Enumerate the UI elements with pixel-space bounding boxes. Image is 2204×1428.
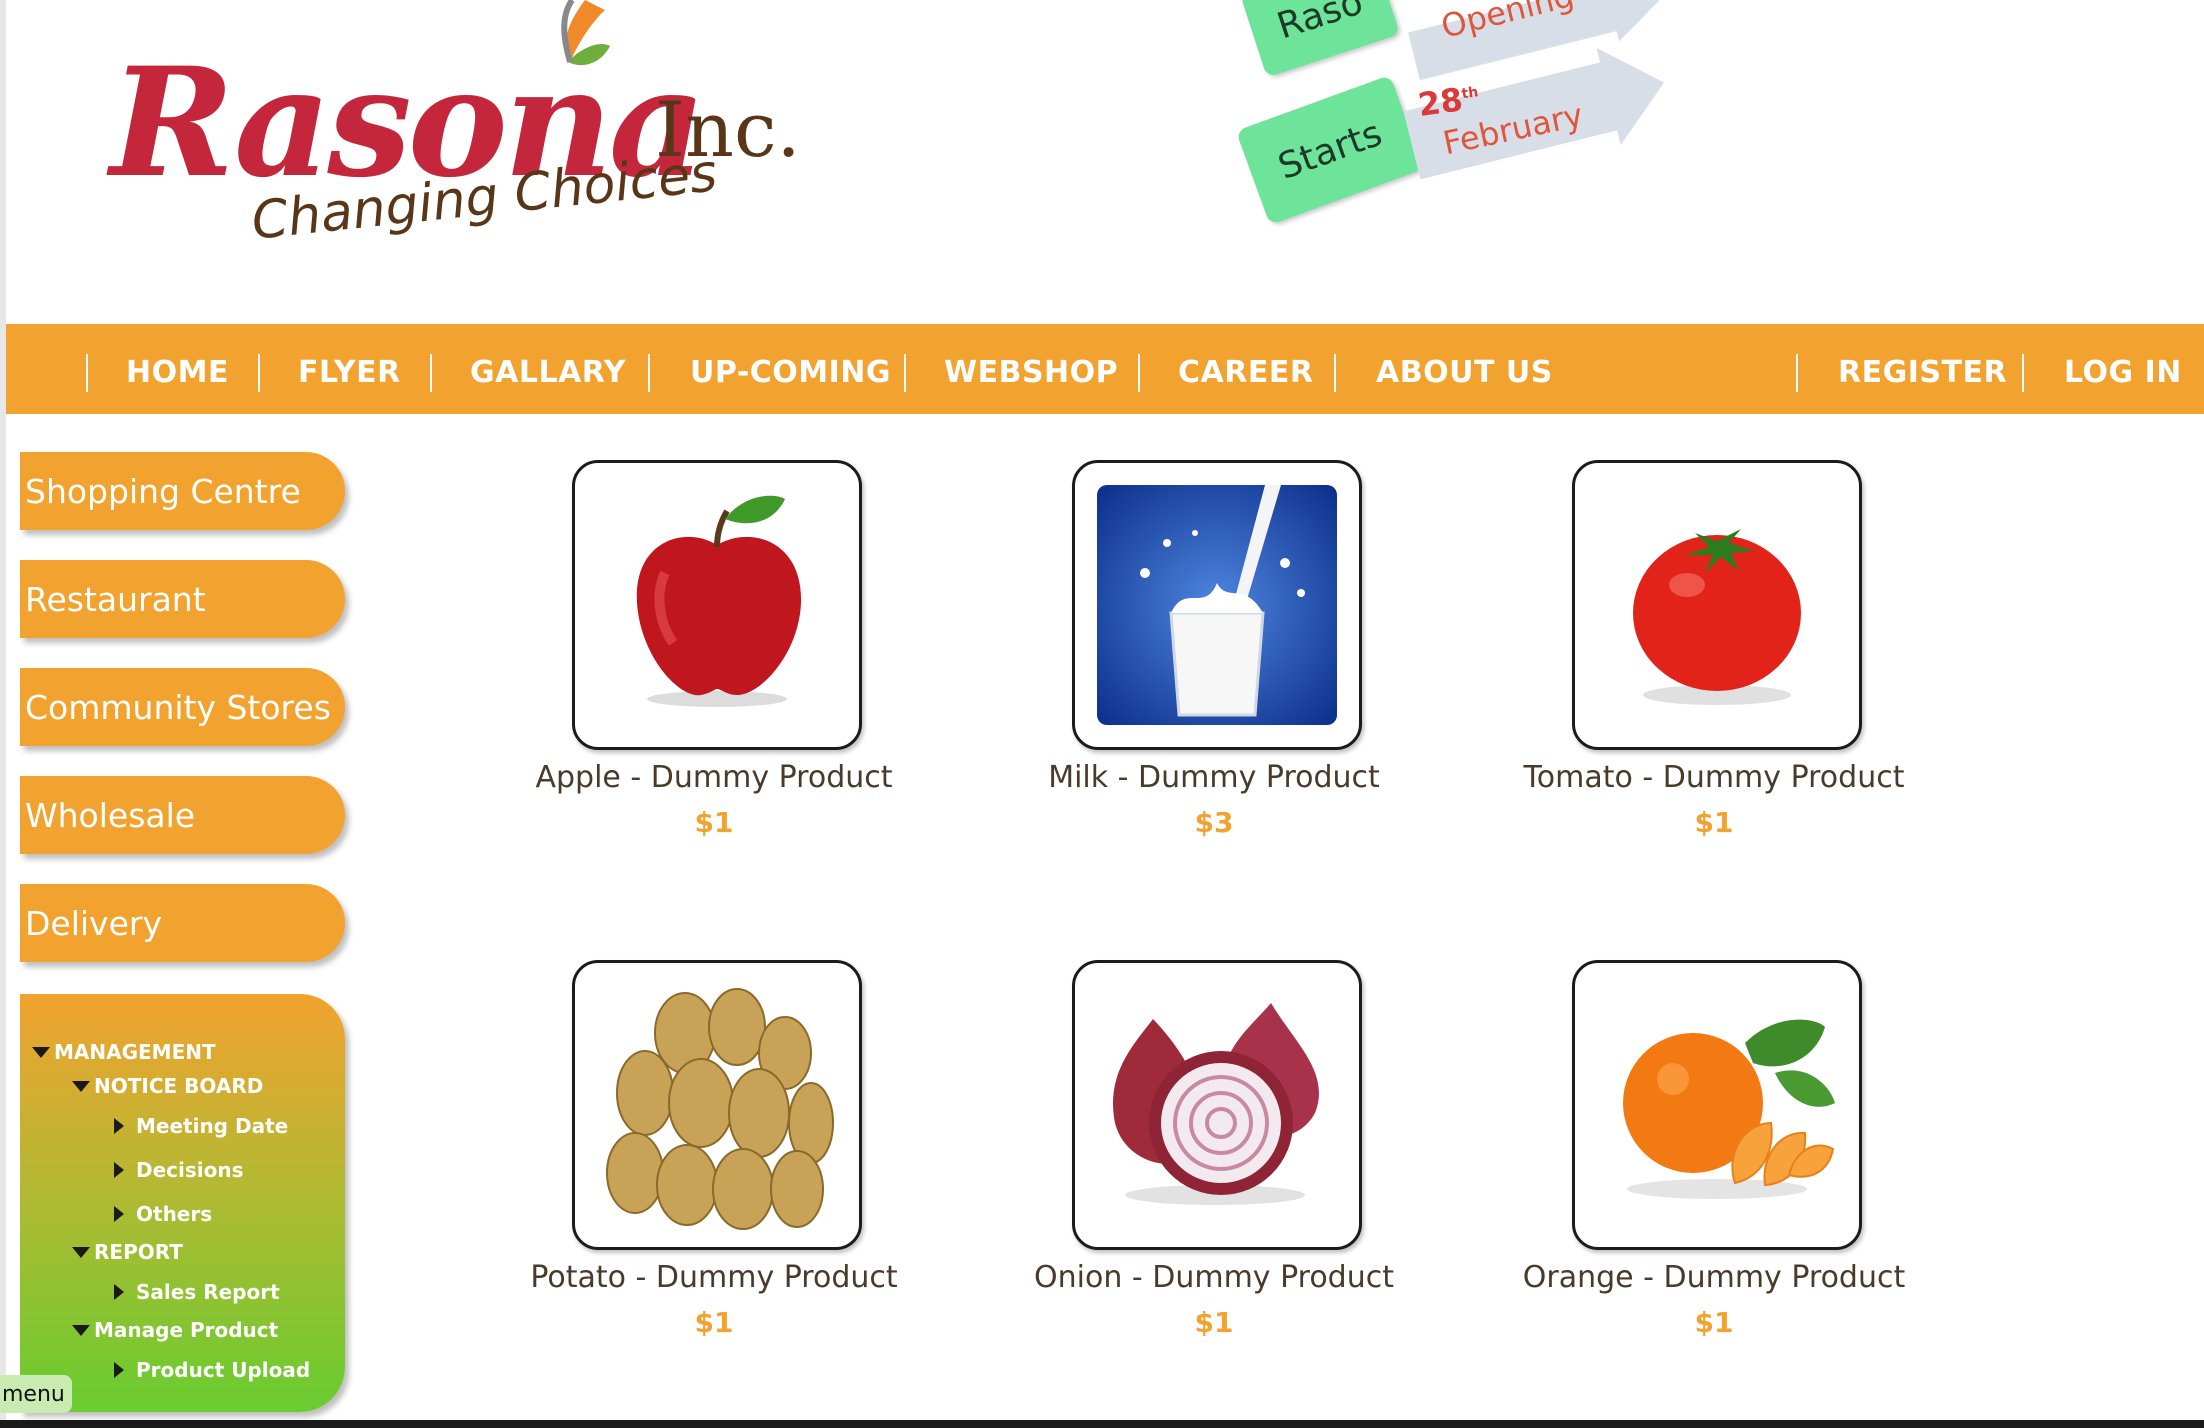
product-price: $1 [1694,806,1734,839]
product-name[interactable]: Orange - Dummy Product [1472,1260,1956,1295]
expanded-triangle-icon [32,1046,50,1058]
collapsed-triangle-icon [114,1206,124,1222]
product-card[interactable]: Onion - Dummy Product $1 [972,960,1394,1339]
opening-banner: Raso Opening Starts 28th February [1230,0,1690,230]
menu-toggle-tab[interactable]: menu [0,1375,72,1413]
tree-item-decisions[interactable]: Decisions [114,1158,244,1182]
tree-label: Manage Product [94,1318,279,1342]
nav-about-us[interactable]: ABOUT US [1376,324,1553,414]
expanded-triangle-icon [72,1246,90,1258]
orange-image[interactable] [1572,960,1862,1250]
site-logo[interactable]: Rasona Inc. Changing Choices [100,0,820,290]
product-name[interactable]: Potato - Dummy Product [472,1260,956,1295]
sidebar-shopping-centre-button[interactable]: Shopping Centre [20,452,345,530]
nav-separator [258,354,260,392]
nav-separator [904,354,906,392]
nav-separator [2022,354,2024,392]
onion-icon [1113,1003,1319,1205]
banner-tag-top-text: Raso [1272,0,1368,47]
nav-gallary[interactable]: GALLARY [470,324,626,414]
nav-flyer[interactable]: FLYER [298,324,401,414]
orange-icon [1623,1019,1835,1199]
nav-up-coming[interactable]: UP-COMING [690,324,891,414]
tree-item-product-upload[interactable]: Product Upload [114,1358,310,1382]
sidebar-wholesale-button[interactable]: Wholesale [20,776,345,854]
product-card[interactable]: Milk - Dummy Product $3 [972,460,1392,839]
potato-icon [606,988,834,1230]
tree-item-manage-product[interactable]: Manage Product [72,1318,278,1342]
management-menu-panel: MANAGEMENT NOTICE BOARD Meeting Date Dec… [20,994,345,1412]
tree-label: Decisions [136,1158,244,1182]
collapsed-triangle-icon [114,1162,124,1178]
tree-label: Product Upload [136,1358,311,1382]
nav-separator [1796,354,1798,392]
collapsed-triangle-icon [114,1118,124,1134]
product-name[interactable]: Apple - Dummy Product [472,760,956,795]
tree-label: MANAGEMENT [54,1040,216,1064]
tree-label: REPORT [94,1240,183,1264]
product-name[interactable]: Tomato - Dummy Product [1472,760,1956,795]
sidebar-restaurant-button[interactable]: Restaurant [20,560,345,638]
tree-label: Sales Report [136,1280,280,1304]
page-left-border [0,0,6,1428]
tree-item-meeting-date[interactable]: Meeting Date [114,1114,288,1138]
sidebar-community-stores-button[interactable]: Community Stores [20,668,345,746]
tree-item-others[interactable]: Others [114,1202,212,1226]
tree-label: NOTICE BOARD [94,1074,264,1098]
tree-label: Meeting Date [136,1114,289,1138]
expanded-triangle-icon [72,1080,90,1092]
milk-image[interactable] [1072,460,1362,750]
apple-image[interactable] [572,460,862,750]
nav-separator [648,354,650,392]
page-bottom-bar [0,1420,2204,1428]
onion-image[interactable] [1072,960,1362,1250]
tree-item-sales-report[interactable]: Sales Report [114,1280,280,1304]
product-price: $1 [1194,1306,1234,1339]
main-nav: HOME FLYER GALLARY UP-COMING WEBSHOP CAR… [6,324,2204,414]
nav-separator [430,354,432,392]
sidebar-delivery-button[interactable]: Delivery [20,884,345,962]
banner-tag-top: Raso [1239,0,1401,78]
collapsed-triangle-icon [114,1284,124,1300]
product-name[interactable]: Onion - Dummy Product [972,1260,1456,1295]
tomato-icon [1633,529,1801,705]
tree-item-report[interactable]: REPORT [72,1240,183,1264]
product-card[interactable]: Apple - Dummy Product $1 [472,460,893,839]
nav-career[interactable]: CAREER [1178,324,1313,414]
tomato-image[interactable] [1572,460,1862,750]
product-card[interactable]: Orange - Dummy Product $1 [1472,960,1905,1339]
tree-label: Others [136,1202,213,1226]
nav-separator [1334,354,1336,392]
product-price: $1 [1694,1306,1734,1339]
expanded-triangle-icon [72,1324,90,1336]
product-card[interactable]: Potato - Dummy Product $1 [472,960,898,1339]
product-price: $3 [1194,806,1234,839]
potato-image[interactable] [572,960,862,1250]
product-price: $1 [694,1306,734,1339]
collapsed-triangle-icon [114,1362,124,1378]
banner-starts-text: Starts [1272,112,1388,188]
nav-separator [1138,354,1140,392]
banner-tag-bottom: Starts [1235,74,1425,226]
nav-register[interactable]: REGISTER [1838,324,2007,414]
milk-icon [1097,485,1337,725]
tree-item-notice-board[interactable]: NOTICE BOARD [72,1074,263,1098]
product-card[interactable]: Tomato - Dummy Product $1 [1472,460,1904,839]
nav-webshop[interactable]: WEBSHOP [944,324,1118,414]
nav-home[interactable]: HOME [126,324,229,414]
product-price: $1 [694,806,734,839]
apple-icon [636,495,802,707]
tree-item-management[interactable]: MANAGEMENT [32,1040,216,1064]
nav-separator [86,354,88,392]
nav-login[interactable]: LOG IN [2064,324,2182,414]
product-name[interactable]: Milk - Dummy Product [972,760,1456,795]
